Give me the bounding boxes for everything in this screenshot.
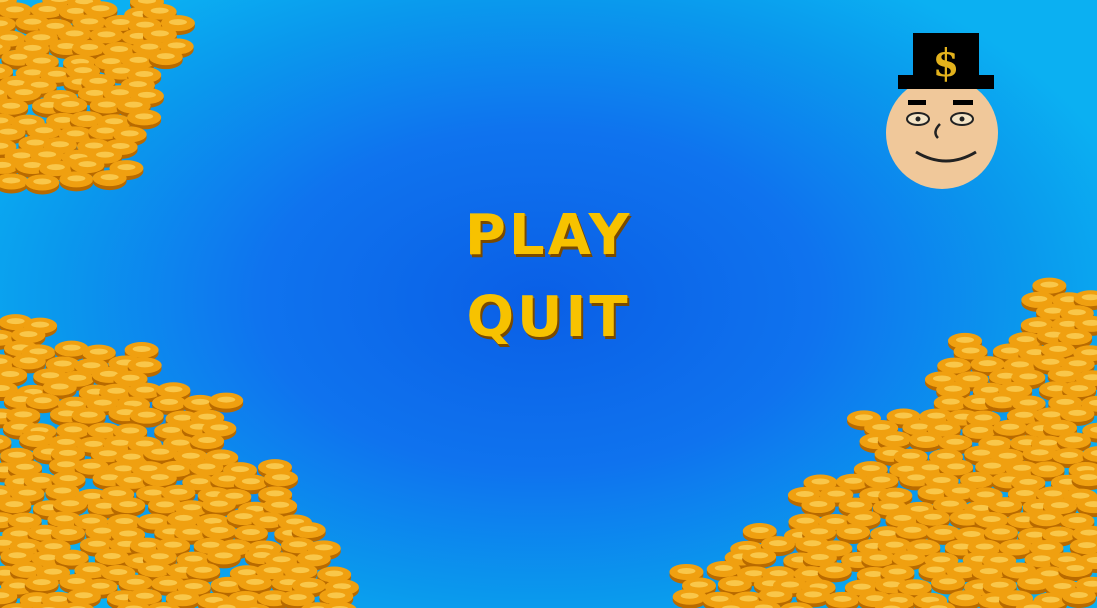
left-eyebrow [908,100,926,105]
game-screen: $ PLAY QUIT [0,0,1097,608]
mascot-head [886,77,998,189]
play-button[interactable]: PLAY [0,208,1097,264]
quit-button[interactable]: QUIT [0,290,1097,346]
dollar-sign-icon: $ [933,40,959,85]
right-eyebrow [953,100,973,105]
